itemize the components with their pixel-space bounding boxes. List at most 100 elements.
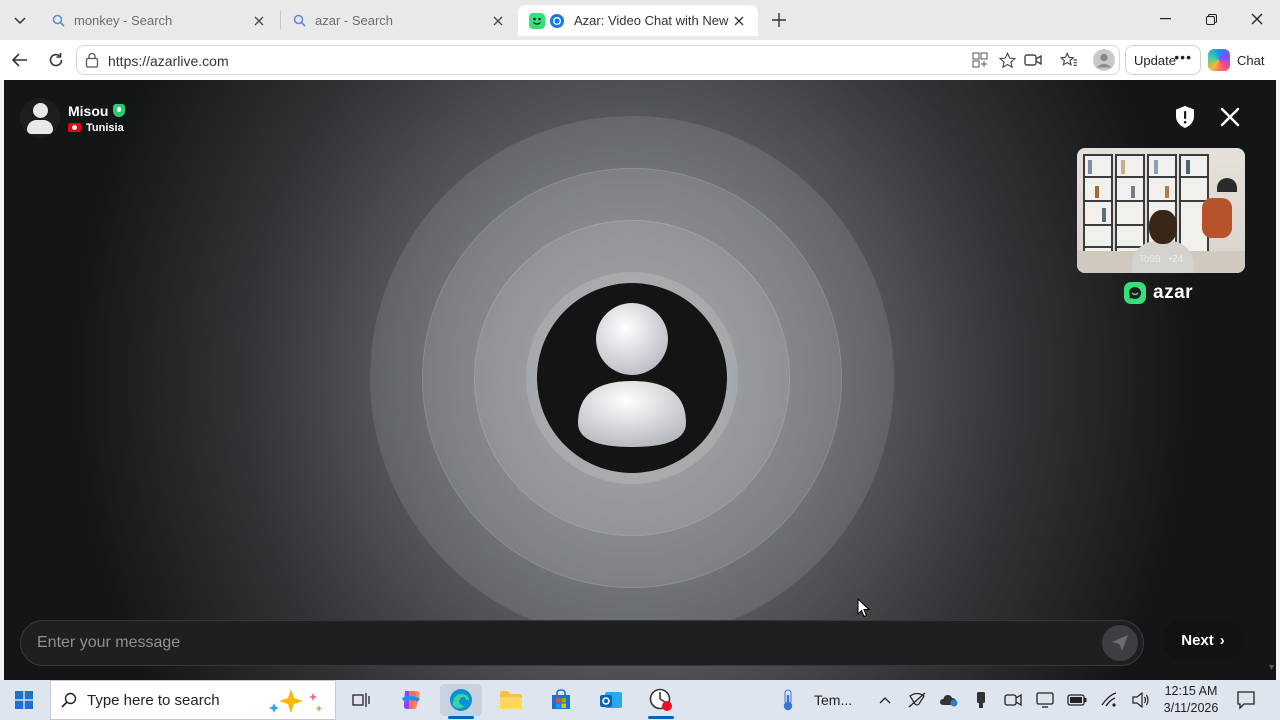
video-call-view: Misou Tunisia To98 •24 azar Enter your m… xyxy=(4,80,1276,680)
windows-logo-icon xyxy=(15,691,33,709)
screen-recorder-button[interactable] xyxy=(640,684,682,719)
self-camera-watermark: To98 •24 xyxy=(1138,254,1184,265)
armchair-graphic xyxy=(1202,198,1232,238)
self-person-graphic xyxy=(1149,210,1177,244)
restore-button[interactable] xyxy=(1188,0,1234,38)
edge-icon xyxy=(450,689,472,711)
clock-date: 3/11/2026 xyxy=(1163,701,1219,715)
system-clock[interactable]: 12:15 AM 3/11/2026 xyxy=(1158,683,1224,717)
report-shield-icon[interactable] xyxy=(1174,105,1196,129)
outlook-button[interactable] xyxy=(590,684,632,716)
peer-info[interactable]: Misou Tunisia xyxy=(20,98,126,138)
notifications-button[interactable] xyxy=(1236,690,1258,710)
tab-title: Azar: Video Chat with New Pe xyxy=(574,13,730,28)
verified-badge-icon xyxy=(113,104,126,117)
chevron-up-icon xyxy=(879,697,891,704)
address-bar[interactable]: https://azarlive.com xyxy=(76,45,1120,75)
search-icon xyxy=(61,692,77,708)
tab-monkey-search[interactable]: monkey - Search xyxy=(40,5,278,36)
azar-logo-icon xyxy=(1124,282,1146,304)
copilot-chat-button[interactable]: Chat xyxy=(1208,48,1264,72)
message-input[interactable]: Enter your message xyxy=(20,620,1144,666)
display-settings-icon[interactable] xyxy=(1035,690,1055,710)
close-window-button[interactable] xyxy=(1234,0,1280,38)
new-tab-button[interactable] xyxy=(766,7,792,33)
task-view-icon xyxy=(352,693,370,707)
show-hidden-icons-button[interactable] xyxy=(875,690,895,710)
copilot-icon xyxy=(401,691,420,709)
tab-title: azar - Search xyxy=(315,13,394,28)
chevron-right-icon: › xyxy=(1219,631,1225,649)
message-placeholder: Enter your message xyxy=(37,634,181,651)
taskbar: Type here to search Tem... 12:15 AM 3/11… xyxy=(0,680,1280,720)
camera-icon[interactable] xyxy=(1022,49,1044,71)
back-button[interactable] xyxy=(6,46,34,74)
browser-toolbar: https://azarlive.com Update ••• Chat xyxy=(0,40,1280,80)
favorite-star-icon[interactable] xyxy=(996,49,1018,71)
profile-icon xyxy=(1093,49,1115,71)
scroll-down-arrow-icon[interactable]: ▼ xyxy=(1267,662,1276,672)
file-explorer-button[interactable] xyxy=(490,684,532,716)
peer-name: Misou xyxy=(68,102,109,119)
weather-widget[interactable]: Tem... xyxy=(780,680,852,720)
chat-label: Chat xyxy=(1237,52,1265,68)
volume-icon[interactable] xyxy=(1131,690,1151,710)
usb-device-icon[interactable] xyxy=(971,690,991,710)
search-highlight-sparkle-icon xyxy=(269,689,323,713)
mouse-cursor-icon xyxy=(857,598,871,618)
folder-icon xyxy=(500,691,522,709)
battery-icon[interactable] xyxy=(1067,690,1087,710)
close-tab-icon[interactable] xyxy=(250,12,268,30)
restore-icon xyxy=(1205,13,1217,25)
refresh-button[interactable] xyxy=(42,46,70,74)
taskbar-search-box[interactable]: Type here to search xyxy=(50,680,336,720)
chevron-down-icon xyxy=(14,17,26,25)
update-button[interactable]: Update ••• xyxy=(1125,45,1201,75)
send-icon xyxy=(1112,635,1128,651)
peer-country: Tunisia xyxy=(86,121,124,134)
tab-actions-menu-button[interactable] xyxy=(6,6,34,34)
recorder-icon xyxy=(649,688,672,711)
tab-azar-video-chat[interactable]: Azar: Video Chat with New Pe xyxy=(518,5,758,36)
lock-icon[interactable] xyxy=(85,52,99,73)
task-view-button[interactable] xyxy=(340,684,382,716)
tunisia-flag-icon xyxy=(68,123,81,132)
tab-azar-search[interactable]: azar - Search xyxy=(281,5,517,36)
copilot-taskbar-button[interactable] xyxy=(390,684,432,716)
next-label: Next xyxy=(1181,631,1214,649)
azar-favicon xyxy=(528,12,566,29)
end-call-button[interactable] xyxy=(1217,104,1243,130)
start-button[interactable] xyxy=(0,680,48,720)
favorites-icon xyxy=(1060,52,1077,66)
weather-label: Tem... xyxy=(814,692,853,708)
meet-now-icon[interactable] xyxy=(1003,690,1023,710)
peer-avatar[interactable] xyxy=(20,98,60,138)
store-icon xyxy=(552,689,570,709)
minimize-button[interactable] xyxy=(1142,0,1188,38)
bookshelf-graphic xyxy=(1083,154,1113,264)
wifi-icon[interactable] xyxy=(1099,690,1119,710)
apps-icon[interactable] xyxy=(969,49,991,71)
user-placeholder-icon xyxy=(578,303,686,447)
close-tab-icon[interactable] xyxy=(489,12,507,30)
default-avatar xyxy=(537,283,727,473)
next-button[interactable]: Next › xyxy=(1162,620,1244,660)
profile-avatar[interactable] xyxy=(1090,46,1118,74)
tab-strip: monkey - Search azar - Search Azar: Vide… xyxy=(0,0,1280,40)
azar-logo: azar xyxy=(1124,282,1193,304)
close-icon xyxy=(1220,107,1240,127)
microsoft-store-button[interactable] xyxy=(540,684,582,716)
update-label: Update xyxy=(1134,52,1176,68)
more-icon[interactable]: ••• xyxy=(1174,49,1192,65)
favorites-button[interactable] xyxy=(1055,46,1083,74)
send-button[interactable] xyxy=(1102,625,1138,661)
copilot-icon xyxy=(1208,49,1230,71)
no-location-icon[interactable] xyxy=(907,690,927,710)
close-tab-icon[interactable] xyxy=(730,12,748,30)
onedrive-icon[interactable] xyxy=(939,690,959,710)
search-icon xyxy=(291,13,307,29)
url-text[interactable]: https://azarlive.com xyxy=(108,53,229,69)
edge-taskbar-button[interactable] xyxy=(440,684,482,719)
self-camera-preview: To98 •24 xyxy=(1077,148,1245,273)
notification-icon xyxy=(1237,691,1255,710)
